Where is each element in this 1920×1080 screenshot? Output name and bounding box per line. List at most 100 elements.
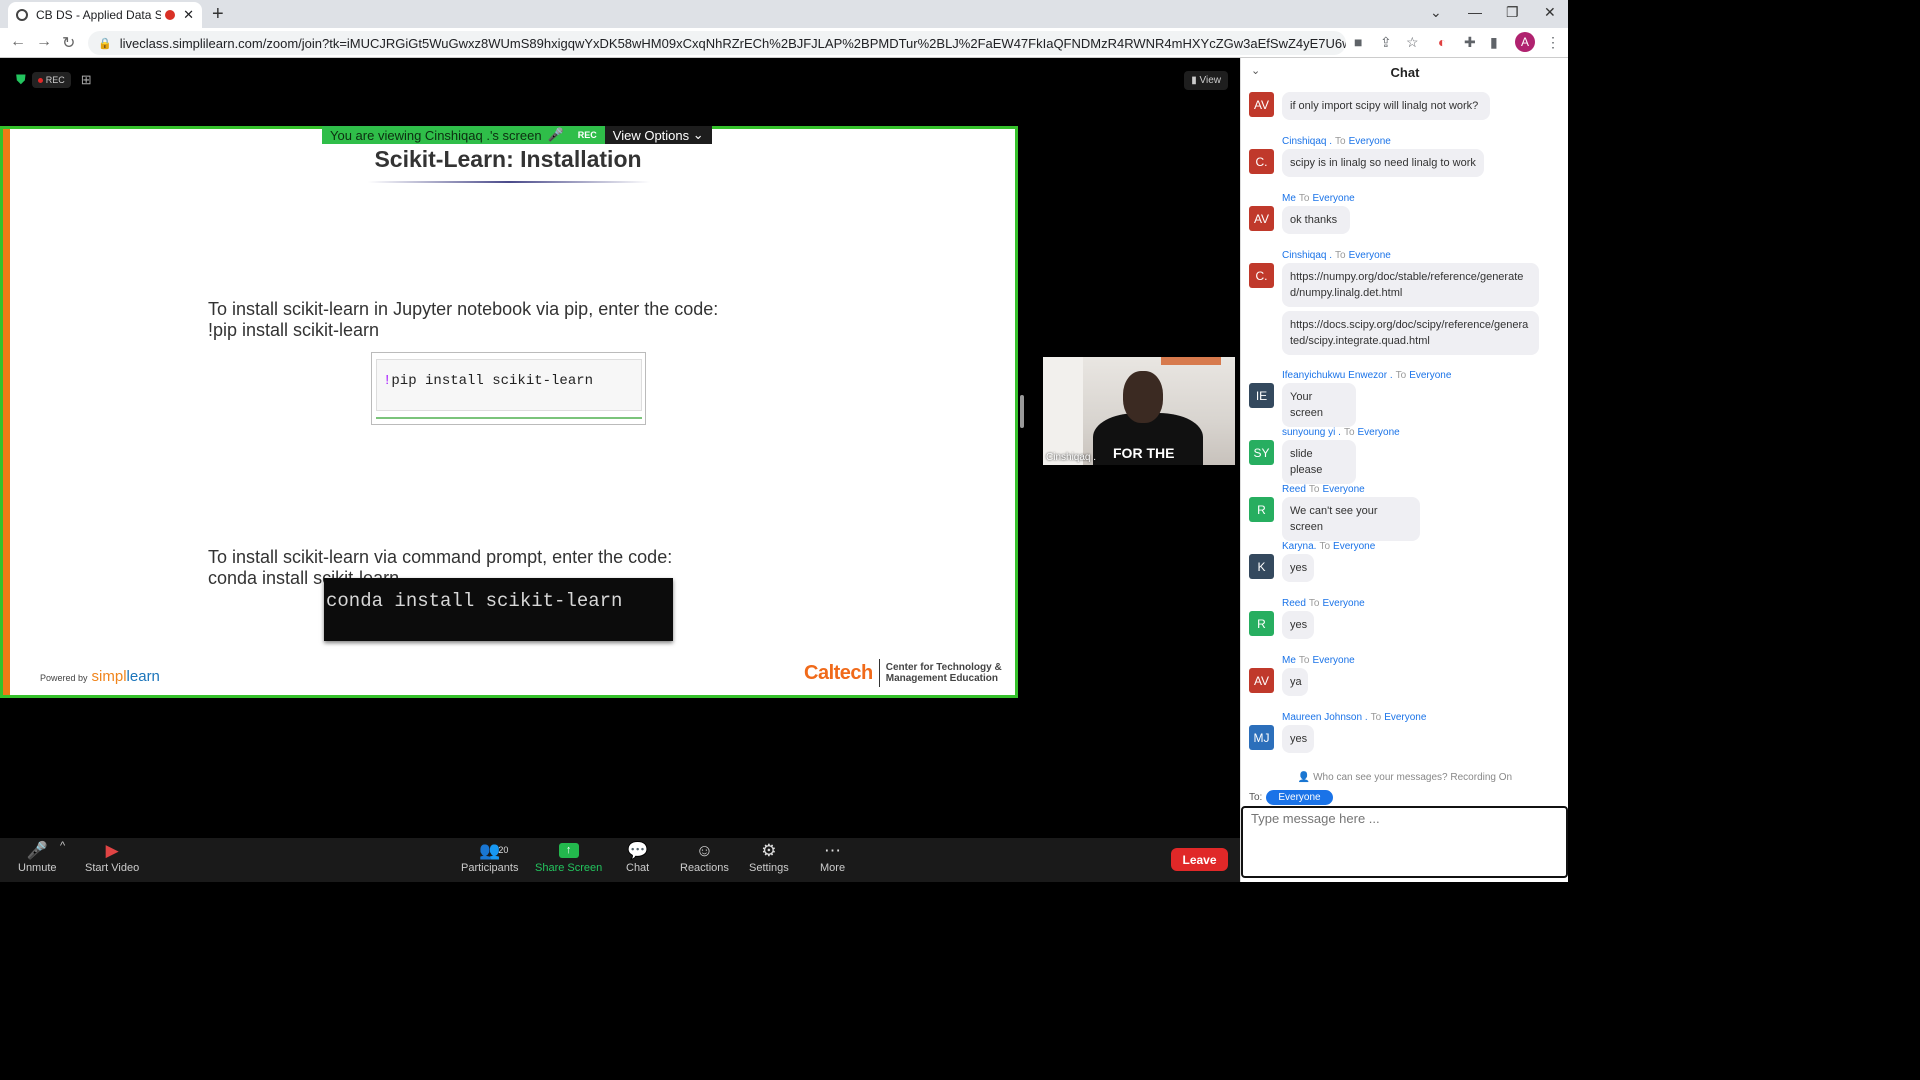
message-recipient[interactable]: Everyone [1349, 136, 1391, 147]
participants-label: Participants [461, 862, 519, 874]
chat-message-input[interactable] [1241, 806, 1568, 878]
rec-label: REC [45, 75, 65, 85]
message-bubble[interactable]: yes [1282, 725, 1314, 753]
message-sender[interactable]: Me [1282, 193, 1296, 204]
message-recipient[interactable]: Everyone [1358, 427, 1400, 438]
new-tab-button[interactable]: + [212, 3, 224, 26]
message-sender[interactable]: sunyoung yi . [1282, 427, 1341, 438]
view-button[interactable]: ▮ View [1184, 71, 1228, 90]
message-to-label: To [1308, 598, 1320, 609]
view-options-button[interactable]: View Options ⌄ [604, 126, 712, 144]
message-bubble[interactable]: ok thanks [1282, 206, 1350, 234]
message-bubble[interactable]: slide please [1282, 440, 1356, 484]
more-button[interactable]: ⋯ More [820, 840, 845, 874]
message-recipient[interactable]: Everyone [1384, 712, 1426, 723]
extension-icon[interactable]: ◐ [1438, 34, 1446, 50]
message-visibility-info[interactable]: 👤 Who can see your messages? Recording O… [1241, 772, 1569, 788]
message-sender[interactable]: Karyna. [1282, 541, 1316, 552]
sender-avatar: IE [1249, 383, 1274, 408]
message-bubble[interactable]: Your screen [1282, 383, 1356, 427]
settings-button[interactable]: ⚙ Settings [749, 840, 789, 874]
message-bubble[interactable]: yes [1282, 611, 1314, 639]
message-recipient[interactable]: Everyone [1312, 655, 1354, 666]
message-bubble[interactable]: ya [1282, 668, 1308, 696]
back-icon[interactable]: ← [10, 33, 26, 51]
start-video-button[interactable]: ▶ Start Video [85, 840, 139, 874]
shield-icon[interactable]: ⛊ [16, 72, 26, 88]
message-to-label: To [1395, 370, 1407, 381]
camera-icon[interactable]: ■ [1354, 34, 1362, 50]
globe-icon [16, 9, 28, 21]
message-bubble[interactable]: https://docs.scipy.org/doc/scipy/referen… [1282, 311, 1539, 355]
message-meta: Cinshiqaq . To Everyone [1282, 136, 1391, 147]
share-screen-icon: ↑ [558, 843, 579, 858]
unmute-button[interactable]: 🎤 Unmute [18, 840, 57, 874]
reactions-button[interactable]: ☺ Reactions [680, 840, 729, 874]
chevron-down-icon[interactable]: ⌄ [1251, 64, 1260, 77]
bookmark-star-icon[interactable]: ☆ [1406, 34, 1419, 51]
message-sender[interactable]: Maureen Johnson . [1282, 712, 1368, 723]
grid-icon[interactable]: ⊞ [81, 72, 92, 88]
sender-avatar: C. [1249, 149, 1274, 174]
message-recipient[interactable]: Everyone [1312, 193, 1354, 204]
message-to-label: To [1298, 193, 1310, 204]
message-sender[interactable]: Reed [1282, 598, 1306, 609]
message-recipient[interactable]: Everyone [1333, 541, 1375, 552]
chat-label: Chat [626, 862, 650, 874]
profile-avatar[interactable]: A [1515, 32, 1535, 52]
message-recipient[interactable]: Everyone [1349, 250, 1391, 261]
powered-by-logo: Powered by simpllearn [40, 668, 160, 685]
browser-tab[interactable]: CB DS - Applied Data Scienc ✕ [8, 2, 202, 28]
chat-messages: AV if only import scipy will linalg not w… [1241, 86, 1569, 772]
forward-icon[interactable]: → [36, 33, 52, 51]
message-sender[interactable]: Me [1282, 655, 1296, 666]
caltech-sub-line1: Center for Technology & [885, 662, 1002, 673]
participant-name: Cinshiqaq . [1046, 452, 1097, 463]
tab-search-icon[interactable]: ⌄ [1430, 4, 1442, 21]
panel-resize-handle[interactable] [1020, 395, 1024, 428]
message-bubble[interactable]: yes [1282, 554, 1314, 582]
puzzle-icon[interactable]: ✚ [1464, 34, 1476, 51]
meeting-toolbar: 🎤 Unmute ^ ▶ Start Video 👥 20 Participant… [0, 838, 1240, 882]
code-cell-input: !pip install scikit-learn [376, 359, 642, 411]
message-sender[interactable]: Cinshiqaq . [1282, 250, 1332, 261]
tab-title: CB DS - Applied Data Scienc [36, 8, 162, 22]
message-meta: Reed To Everyone [1282, 484, 1365, 495]
message-bubble[interactable]: scipy is in linalg so need linalg to wor… [1282, 149, 1484, 177]
message-meta: sunyoung yi . To Everyone [1282, 427, 1400, 438]
chevron-down-icon: ⌄ [689, 127, 704, 142]
menu-icon[interactable]: ⋮ [1546, 34, 1560, 51]
message-sender[interactable]: Ifeanyichukwu Enwezor . [1282, 370, 1393, 381]
participant-video[interactable]: FOR THE Cinshiqaq . [1043, 357, 1235, 465]
chat-button[interactable]: 💬 Chat [626, 840, 649, 874]
leave-button[interactable]: Leave [1171, 848, 1228, 871]
message-sender[interactable]: Cinshiqaq . [1282, 136, 1332, 147]
simplilearn-logo: simpllearn [92, 668, 160, 685]
message-recipient[interactable]: Everyone [1409, 370, 1451, 381]
conda-text-line1: To install scikit-learn via command prom… [208, 547, 673, 567]
message-to-label: To [1319, 541, 1331, 552]
recipient-selector[interactable]: Everyone [1266, 790, 1333, 805]
share-icon[interactable]: ⇪ [1380, 34, 1392, 51]
video-off-icon: ▶ [105, 841, 119, 860]
message-meta: Karyna. To Everyone [1282, 541, 1375, 552]
participants-button[interactable]: 👥 20 Participants [461, 840, 518, 874]
recording-icon [165, 10, 176, 20]
side-panel-icon[interactable]: ▮ [1490, 34, 1498, 51]
reload-icon[interactable]: ↻ [62, 33, 75, 53]
message-bubble[interactable]: https://numpy.org/doc/stable/reference/g… [1282, 263, 1539, 307]
message-sender[interactable]: Reed [1282, 484, 1306, 495]
share-screen-button[interactable]: ↑ Share Screen [535, 840, 602, 874]
audio-options-caret-icon[interactable]: ^ [60, 840, 65, 852]
tab-close-button[interactable]: ✕ [183, 7, 194, 23]
restore-button[interactable]: ❐ [1506, 4, 1519, 21]
message-recipient[interactable]: Everyone [1322, 598, 1364, 609]
minimize-button[interactable]: — [1468, 4, 1482, 20]
message-bubble[interactable]: if only import scipy will linalg not wor… [1282, 92, 1490, 120]
message-recipient[interactable]: Everyone [1322, 484, 1364, 495]
message-bubble[interactable]: We can't see your screen [1282, 497, 1420, 541]
url-input[interactable]: 🔒 liveclass.simplilearn.com/zoom/join?tk… [88, 31, 1346, 55]
close-window-button[interactable]: ✕ [1544, 4, 1556, 21]
to-label: To: [1249, 792, 1263, 803]
slide-title: Scikit-Learn: Installation [374, 146, 642, 172]
